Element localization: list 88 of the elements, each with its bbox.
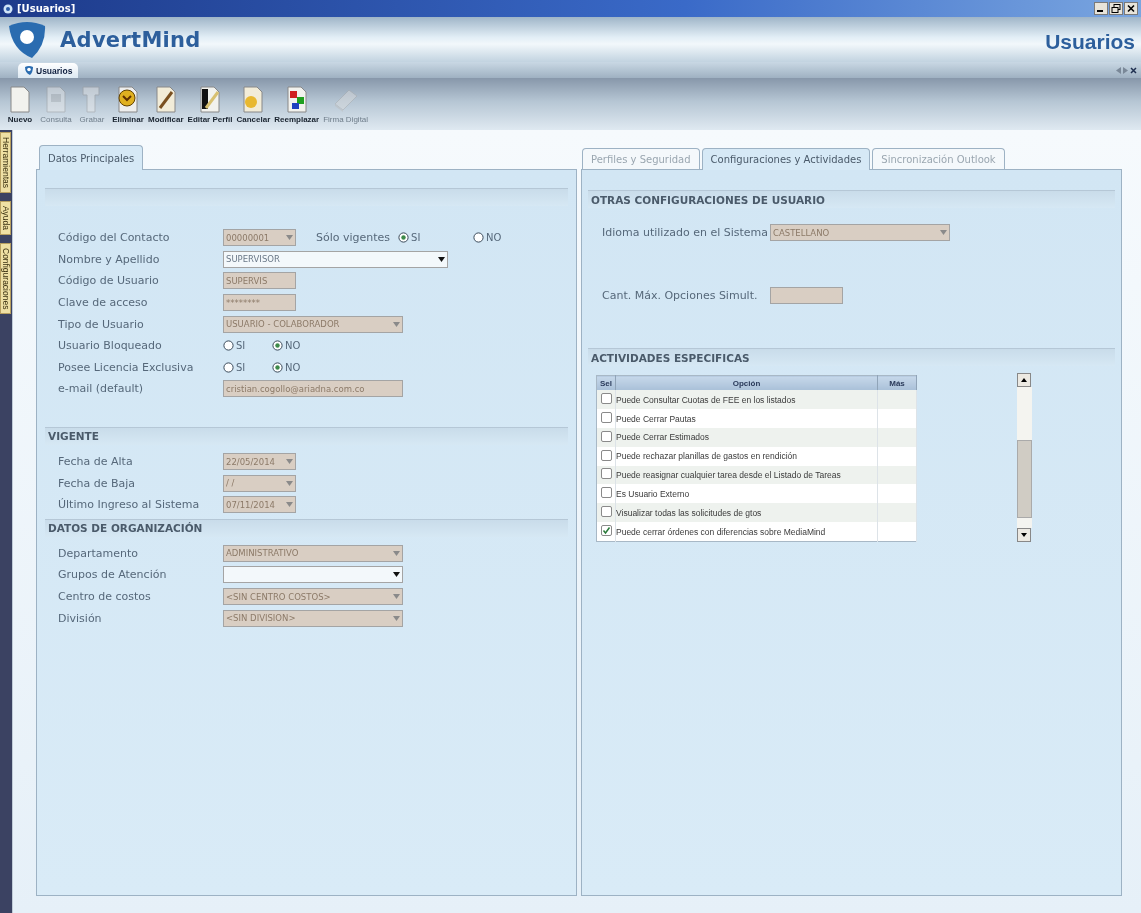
dropdown-arrow-icon <box>286 502 293 508</box>
close-icon[interactable] <box>1130 66 1137 74</box>
dropdown-arrow-icon <box>393 572 400 578</box>
dropdown[interactable]: SUPERVISOR <box>223 250 448 268</box>
field-label: Código de Usuario <box>58 274 160 288</box>
dropdown-arrow-icon <box>438 256 445 262</box>
radio-label: SI <box>411 232 421 244</box>
radio-label: NO <box>285 361 301 373</box>
side-tab[interactable]: Configuraciones <box>0 243 11 315</box>
field-label: Sólo vigentes <box>316 231 391 245</box>
checkbox[interactable] <box>600 430 612 442</box>
field-label: Nombre y Apellido <box>58 252 161 266</box>
field-label: Fecha de Alta <box>58 455 134 469</box>
toolbar-button[interactable]: Editar Perfil <box>185 84 235 124</box>
app-icon <box>3 3 13 14</box>
table-cell: Puede cerrar órdenes con diferencias sobre MediaMind <box>615 522 878 542</box>
tab[interactable]: Perfiles y Seguridad <box>582 148 700 169</box>
table-cell: Puede Cerrar Pautas <box>615 409 878 428</box>
checkbox[interactable] <box>600 393 612 405</box>
section-header: DATOS DE ORGANIZACIÓN <box>45 518 568 537</box>
radio-button[interactable] <box>223 361 234 373</box>
dropdown-arrow-icon <box>393 321 400 327</box>
logo-icon <box>6 19 48 60</box>
scroll-up-button[interactable] <box>1017 373 1031 387</box>
scroll-down-button[interactable] <box>1017 528 1031 542</box>
field-label: Tipo de Usuario <box>58 317 145 331</box>
field-label: División <box>58 611 103 625</box>
tab[interactable]: Datos Principales <box>39 145 144 170</box>
dropdown-arrow-icon <box>286 235 293 241</box>
checkbox[interactable] <box>600 468 612 480</box>
field-label: Cant. Máx. Opciones Simult. <box>602 288 759 302</box>
dropdown-arrow-icon <box>393 594 400 599</box>
field-label: Clave de acceso <box>58 296 149 310</box>
scrollbar[interactable] <box>1017 373 1032 542</box>
toolbar-button[interactable]: Cancelar <box>234 84 273 124</box>
close-button[interactable] <box>1124 2 1138 15</box>
dropdown-arrow-icon <box>393 615 400 621</box>
side-tab[interactable]: Herramientas <box>0 132 11 194</box>
module-title: Usuarios <box>1045 29 1135 54</box>
toolbar-button[interactable]: Nuevo <box>2 84 38 124</box>
radio-label: SI <box>236 361 246 373</box>
field-label: Posee Licencia Exclusiva <box>58 360 195 374</box>
toolbar-button[interactable]: Eliminar <box>110 84 146 124</box>
table-cell: Puede Cerrar Estimados <box>615 427 878 447</box>
dropdown-arrow-icon <box>286 459 293 465</box>
table-cell: Puede reasignar cualquier tarea desde el Listado de Tareas <box>615 465 878 485</box>
field-label: Idioma utilizado en el Sistema <box>602 226 769 240</box>
radio-label: NO <box>486 232 502 244</box>
field-label: Código del Contacto <box>58 231 171 245</box>
side-tab[interactable]: Ayuda <box>0 201 11 235</box>
minimize-button[interactable] <box>1094 2 1108 15</box>
radio-button[interactable] <box>272 361 283 373</box>
dropdown-arrow-icon <box>393 550 400 556</box>
app-name: AdvertMind <box>60 27 202 52</box>
section-header: OTRAS CONFIGURACIONES DE USUARIO <box>588 190 1115 208</box>
field-label: Último Ingreso al Sistema <box>58 498 201 512</box>
table-cell: Visualizar todas las solicitudes de gtos <box>615 503 878 523</box>
dropdown[interactable] <box>223 566 403 584</box>
checkbox[interactable] <box>600 412 612 423</box>
field-label: Departamento <box>58 546 140 560</box>
column-header: Sel <box>596 375 616 391</box>
radio-label: NO <box>285 340 301 352</box>
document-tab[interactable]: Usuarios <box>18 63 79 78</box>
field-label: Centro de costos <box>58 590 152 603</box>
checkbox[interactable] <box>600 525 612 537</box>
toolbar-button[interactable]: Reemplazar <box>272 84 322 124</box>
dropdown-arrow-icon <box>940 230 947 236</box>
radio-button[interactable] <box>223 340 234 352</box>
checkbox[interactable] <box>600 449 612 461</box>
window-title: [Usuarios] <box>17 3 77 14</box>
column-header: Opción <box>615 375 878 391</box>
field-label: e-mail (default) <box>58 382 145 396</box>
checkbox[interactable] <box>600 506 612 518</box>
field-label: Grupos de Atención <box>58 568 168 582</box>
logo-icon <box>24 65 34 76</box>
column-header: Más <box>877 375 917 391</box>
tab[interactable]: Configuraciones y Actividades <box>701 148 871 170</box>
table-cell: Puede Consultar Cuotas de FEE en los listados <box>615 390 878 410</box>
toolbar-button[interactable]: Modificar <box>146 84 186 124</box>
field-label: Usuario Bloqueado <box>58 339 163 353</box>
maximize-button[interactable] <box>1109 2 1123 15</box>
checkbox[interactable] <box>600 487 612 499</box>
tab[interactable]: Sincronización Outlook <box>872 148 1005 169</box>
table-cell: Puede rechazar planillas de gastos en rendición <box>615 446 878 466</box>
field-label: Fecha de Baja <box>58 476 137 490</box>
dropdown-arrow-icon <box>286 480 293 486</box>
radio-button[interactable] <box>272 340 283 352</box>
radio-label: SI <box>236 340 246 352</box>
